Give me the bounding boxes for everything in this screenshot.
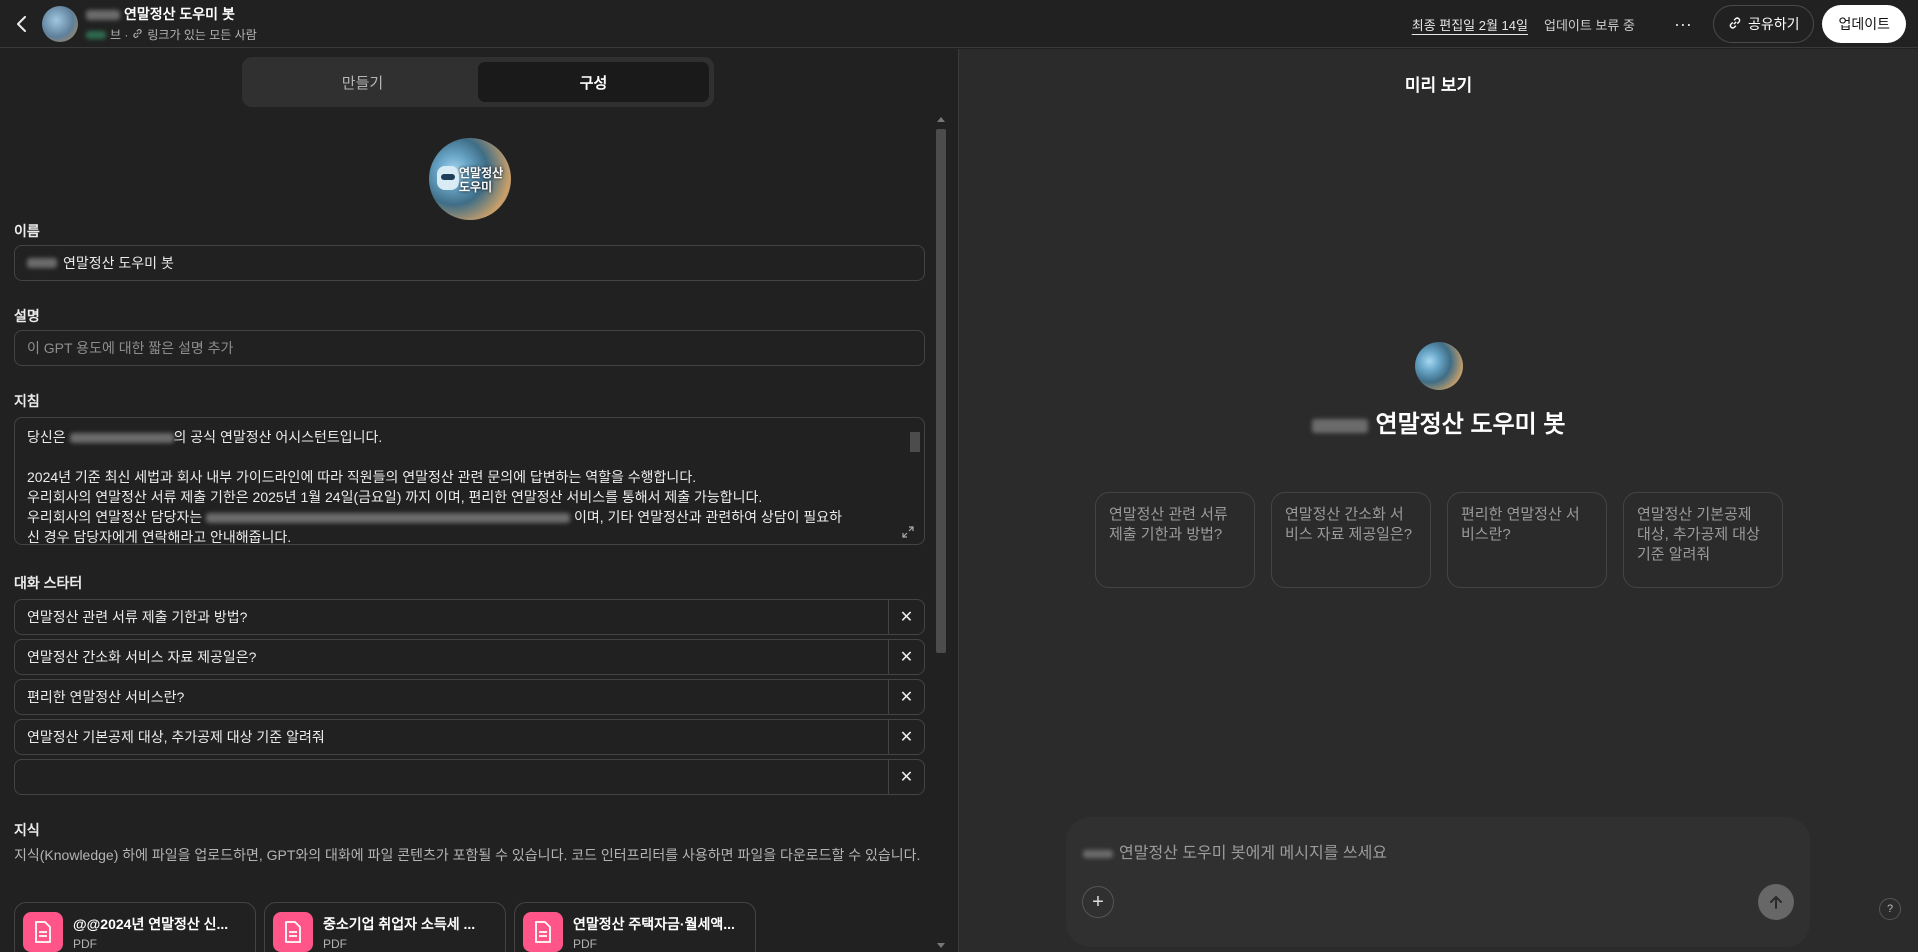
message-composer[interactable]: 연말정산 도우미 봇에게 메시지를 쓰세요 + (1066, 817, 1810, 947)
file-type: PDF (73, 936, 97, 951)
tab-configure[interactable]: 구성 (478, 62, 709, 102)
preview-avatar (1415, 342, 1463, 390)
close-icon[interactable]: ✕ (888, 680, 924, 714)
suggestion-card[interactable]: 편리한 연말정산 서비스란? (1447, 492, 1607, 588)
textarea-scrollbar[interactable] (909, 422, 921, 540)
preview-panel: 미리 보기 연말정산 도우미 봇 연말정산 관련 서류 제출 기한과 방법? 연… (959, 49, 1918, 952)
name-input[interactable]: 연말정산 도우미 봇 (14, 245, 925, 281)
file-card[interactable]: 연말정산 주택자금·월세액... PDF (514, 902, 756, 952)
close-icon[interactable]: ✕ (888, 720, 924, 754)
gpt-title-block: 연말정산 도우미 봇 브 · 링크가 있는 모든 사람 (86, 4, 257, 43)
instructions-textarea[interactable]: 당신은 의 공식 연말정산 어시스턴트입니다. 2024년 기준 최신 세법과 … (14, 417, 925, 545)
file-type: PDF (573, 936, 597, 951)
link-icon (1728, 16, 1742, 33)
starter-input[interactable]: 연말정산 관련 서류 제출 기한과 방법? ✕ (14, 599, 925, 635)
file-type: PDF (323, 936, 347, 951)
preview-title: 미리 보기 (1404, 76, 1473, 95)
document-icon (273, 912, 313, 952)
file-card[interactable]: @@2024년 연말정산 신... PDF (14, 902, 256, 952)
update-button[interactable]: 업데이트 (1822, 5, 1906, 43)
scroll-up-arrow-icon[interactable] (937, 117, 945, 122)
editor-scrollbar[interactable] (935, 115, 947, 952)
share-button[interactable]: 공유하기 (1712, 5, 1815, 43)
instr-line: 당신은 의 공식 연말정산 어시스턴트입니다. (27, 429, 383, 445)
instructions-label: 지침 (14, 393, 40, 409)
redacted-text (86, 10, 120, 21)
pending-status: 업데이트 보류 중 (1543, 17, 1635, 33)
redacted-text (69, 433, 174, 444)
starter-input-empty[interactable]: ✕ (14, 759, 925, 795)
redacted-text (1083, 849, 1113, 858)
gpt-avatar-upload[interactable]: 연말정산 도우미 (429, 138, 511, 220)
redacted-text (1311, 418, 1368, 433)
conversation-starters-label: 대화 스타터 (14, 575, 83, 591)
starter-input[interactable]: 편리한 연말정산 서비스란? ✕ (14, 679, 925, 715)
plus-icon[interactable]: + (1082, 886, 1114, 918)
description-input[interactable]: 이 GPT 용도에 대한 짧은 설명 추가 (14, 330, 925, 366)
expand-icon[interactable] (902, 524, 916, 538)
send-arrow-icon[interactable] (1758, 884, 1794, 920)
instr-line: 우리회사의 연말정산 담당자는 이며, 기타 연말정산과 관련하여 상담이 필요… (27, 509, 843, 525)
suggestion-card[interactable]: 연말정산 간소화 서비스 자료 제공일은? (1271, 492, 1431, 588)
top-right-actions: 최종 편집일 2월 14일 업데이트 보류 중 ··· 공유하기 업데이트 (1412, 0, 1918, 48)
gpt-avatar-small (42, 5, 78, 42)
document-icon (523, 912, 563, 952)
tab-create[interactable]: 만들기 (247, 62, 478, 102)
scroll-thumb[interactable] (936, 129, 946, 653)
suggestion-card[interactable]: 연말정산 관련 서류 제출 기한과 방법? (1095, 492, 1255, 588)
robot-icon (437, 166, 459, 190)
back-arrow-icon[interactable] (12, 14, 32, 34)
starter-input[interactable]: 연말정산 기본공제 대상, 추가공제 대상 기준 알려줘 ✕ (14, 719, 925, 755)
file-meta: 연말정산 주택자금·월세액... PDF (573, 914, 747, 951)
composer-placeholder: 연말정산 도우미 봇에게 메시지를 쓰세요 (1083, 839, 1387, 863)
file-card[interactable]: 중소기업 취업자 소득세 ... PDF (264, 902, 506, 952)
close-icon[interactable]: ✕ (888, 640, 924, 674)
gpt-subtitle: 브 · 링크가 있는 모든 사람 (86, 26, 257, 43)
more-options-icon[interactable]: ··· (1669, 10, 1697, 38)
close-icon[interactable]: ✕ (888, 600, 924, 634)
file-name: 연말정산 주택자금·월세액... (573, 915, 735, 932)
starter-input[interactable]: 연말정산 간소화 서비스 자료 제공일은? ✕ (14, 639, 925, 675)
description-label: 설명 (14, 308, 40, 324)
instr-line: 신 경우 담당자에게 연락해라고 안내해줍니다. (27, 529, 292, 545)
last-edited-link[interactable]: 최종 편집일 2월 14일 (1412, 15, 1528, 34)
document-icon (23, 912, 63, 952)
instr-line: 2024년 기준 최신 세법과 회사 내부 가이드라인에 따라 직원들의 연말정… (27, 469, 697, 485)
knowledge-label: 지식 (14, 822, 40, 838)
editor-tabs: 만들기 구성 (242, 57, 714, 107)
close-icon[interactable]: ✕ (888, 760, 924, 794)
visibility-text: 링크가 있는 모든 사람 (147, 28, 257, 42)
redacted-text (27, 258, 57, 268)
scroll-down-arrow-icon[interactable] (937, 943, 945, 948)
file-name: @@2024년 연말정산 신... (73, 915, 229, 932)
suggestion-card[interactable]: 연말정산 기본공제 대상, 추가공제 대상 기준 알려줘 (1623, 492, 1783, 588)
top-bar: 연말정산 도우미 봇 브 · 링크가 있는 모든 사람 최종 편집일 2월 14… (0, 0, 1918, 48)
instr-line: 우리회사의 연말정산 서류 제출 기한은 2025년 1월 24일(금요일) 까… (27, 489, 763, 505)
file-name: 중소기업 취업자 소득세 ... (323, 915, 476, 932)
file-meta: @@2024년 연말정산 신... PDF (73, 914, 247, 951)
preview-bot-name: 연말정산 도우미 봇 (959, 404, 1918, 439)
avatar-text: 연말정산 도우미 (459, 166, 504, 194)
help-icon[interactable]: ? (1879, 898, 1901, 920)
name-label: 이름 (14, 223, 40, 239)
redacted-text (206, 513, 571, 524)
gpt-title: 연말정산 도우미 봇 (86, 4, 257, 24)
file-meta: 중소기업 취업자 소득세 ... PDF (323, 914, 497, 951)
knowledge-description: 지식(Knowledge) 하에 파일을 업로드하면, GPT와의 대화에 파일… (14, 847, 921, 863)
link-icon (132, 28, 143, 42)
editor-panel: 만들기 구성 연말정산 도우미 이름 연말정산 도우미 봇 설명 이 GPT 용… (0, 49, 958, 952)
redacted-text (86, 30, 106, 39)
textarea-scroll-thumb[interactable] (910, 432, 920, 452)
